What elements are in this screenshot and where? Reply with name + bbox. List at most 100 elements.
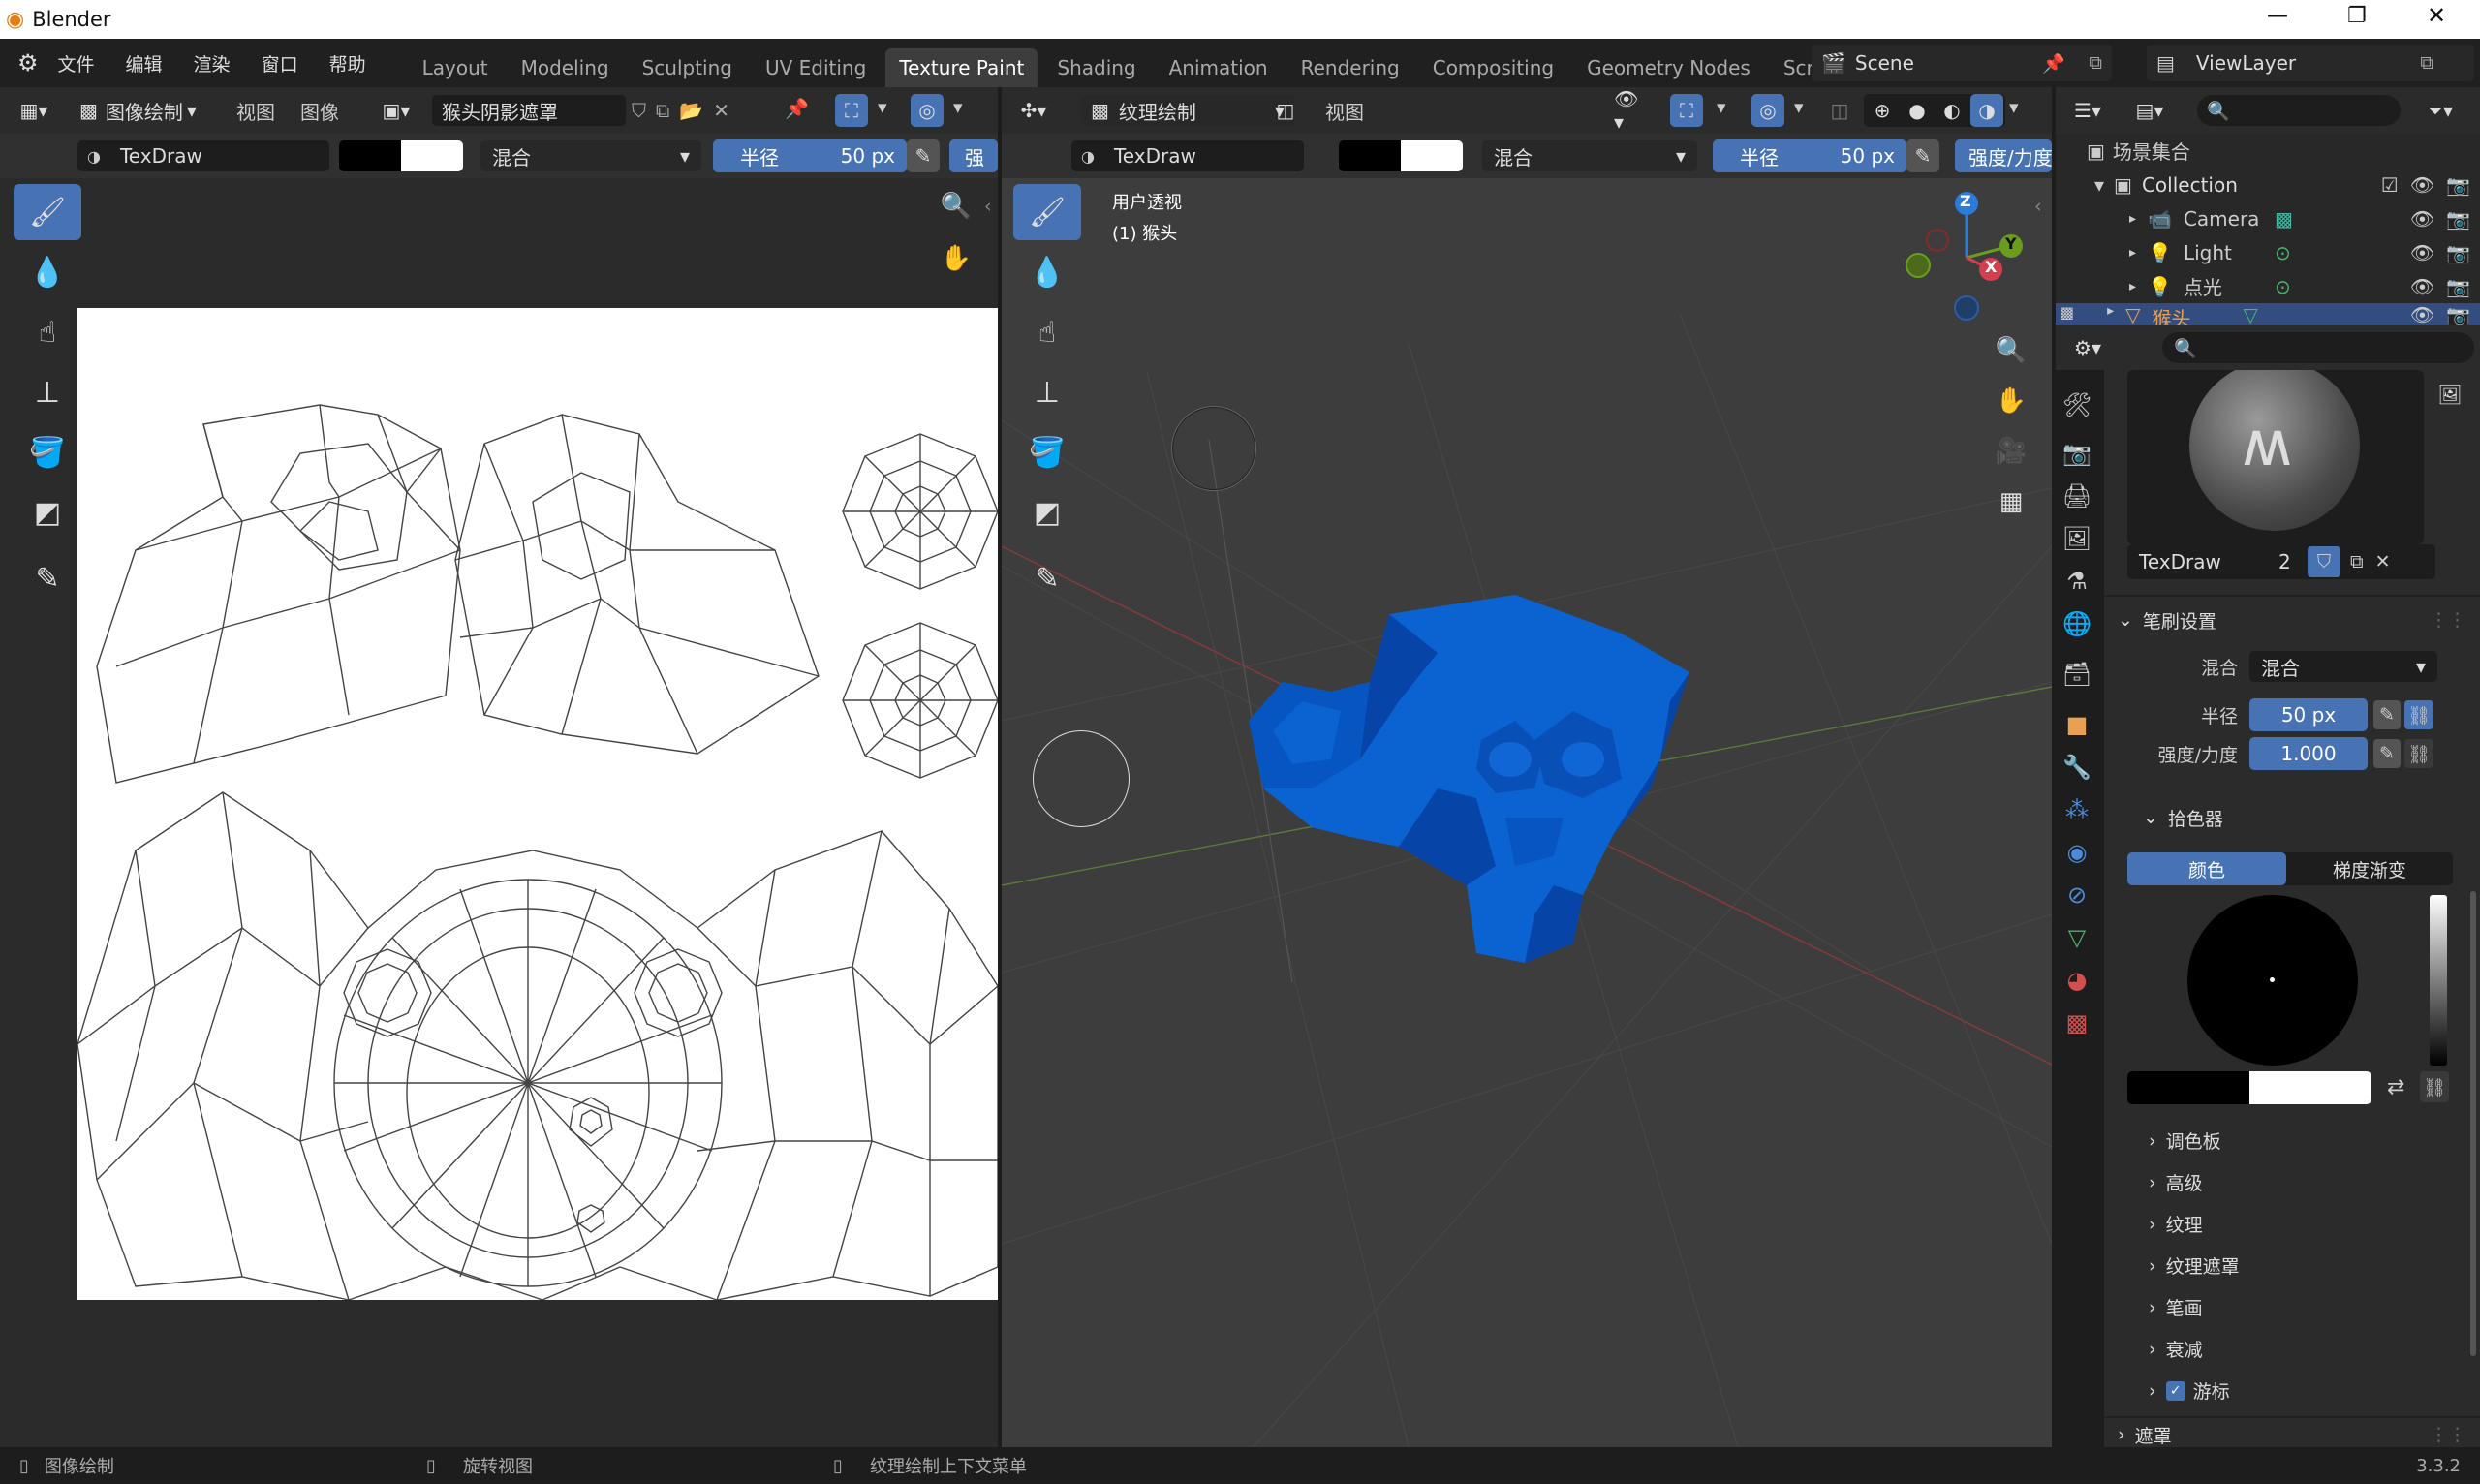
eye-icon[interactable]: 👁 bbox=[2410, 173, 2434, 197]
primary-color-swatch[interactable] bbox=[2127, 1071, 2249, 1104]
image-overlay-icon[interactable]: ◎ bbox=[911, 94, 944, 127]
zoom-icon[interactable]: 🔍 bbox=[1990, 329, 2032, 372]
strength-pressure-icon[interactable]: ✎ bbox=[2373, 739, 2401, 768]
viewport-overlay-dropdown-icon[interactable]: ▾ bbox=[1794, 97, 1804, 118]
blend-select[interactable]: 混合 ▾ bbox=[2249, 651, 2437, 682]
gradient-tab[interactable]: 梯度渐变 bbox=[2286, 852, 2453, 885]
viewport-blend-select[interactable]: 混合 ▾ bbox=[1482, 140, 1697, 171]
fake-user-icon[interactable]: ⛉ bbox=[632, 99, 646, 122]
image-brush-selector[interactable]: ◑ TexDraw bbox=[78, 140, 329, 171]
image-radius-slider[interactable]: 半径 50 px bbox=[713, 139, 907, 172]
viewport-menu-view[interactable]: 视图 bbox=[1325, 97, 1364, 125]
new-scene-icon[interactable]: ⧉ bbox=[2089, 52, 2102, 74]
strength-field[interactable]: 1.000 bbox=[2249, 737, 2368, 770]
image-radius-pressure-icon[interactable]: ✎ bbox=[907, 139, 940, 172]
fill-tool-icon[interactable]: 🪣 bbox=[14, 424, 81, 480]
pin-icon[interactable]: 📌 bbox=[2042, 52, 2065, 75]
minimize-icon[interactable]: — bbox=[2267, 4, 2288, 28]
workspace-tab-sculpting[interactable]: Sculpting bbox=[629, 48, 746, 87]
viewport-radius-pressure-icon[interactable]: ✎ bbox=[1906, 139, 1939, 172]
outliner-collection[interactable]: ▾ ▣ Collection ☑ 👁 📷 bbox=[2056, 168, 2480, 201]
image-name-field[interactable]: 猴头阴影遮罩 bbox=[432, 95, 626, 126]
brush-user-count[interactable]: 2 bbox=[2278, 550, 2308, 573]
include-checkbox[interactable]: ☑ bbox=[2381, 173, 2399, 197]
viewport-brush-selector[interactable]: ◑ TexDraw bbox=[1071, 140, 1304, 171]
open-folder-icon[interactable]: 📂 bbox=[679, 99, 703, 122]
viewport-color-primary[interactable] bbox=[1339, 140, 1401, 171]
outliner-editor-type-icon[interactable]: ☰▾ bbox=[2071, 94, 2104, 127]
workspace-tab-texture-paint[interactable]: Texture Paint bbox=[885, 48, 1038, 87]
outliner-search[interactable]: 🔍 bbox=[2197, 95, 2401, 126]
draw-tool-icon[interactable]: 🖌 bbox=[14, 184, 81, 240]
expand-icon[interactable]: ▾ bbox=[2094, 173, 2104, 197]
advanced-subpanel[interactable]: › 高级 bbox=[2149, 1161, 2459, 1203]
brush-settings-panel-header[interactable]: ⌄ 笔刷设置 ⋮⋮ bbox=[2118, 601, 2466, 639]
annotate-tool-icon[interactable]: ✎ bbox=[14, 550, 81, 606]
material-tab-icon[interactable]: ◕ bbox=[2056, 959, 2098, 1002]
smear-tool-icon[interactable]: ☝ bbox=[1013, 304, 1081, 360]
outliner-item-pointlight[interactable]: ▸ 💡 点光 ⊙ 👁 📷 bbox=[2056, 269, 2480, 303]
fill-tool-icon[interactable]: 🪣 bbox=[1013, 424, 1081, 480]
smear-tool-icon[interactable]: ☝ bbox=[14, 304, 81, 360]
radius-pressure-icon[interactable]: ✎ bbox=[2373, 700, 2401, 729]
clone-tool-icon[interactable]: ⊥ bbox=[14, 364, 81, 420]
overlay-dropdown-icon[interactable]: ▾ bbox=[953, 97, 963, 118]
camera-render-icon[interactable]: 📷 bbox=[2446, 241, 2470, 264]
eye-icon[interactable]: 👁 bbox=[2410, 275, 2434, 298]
texture-mask-subpanel[interactable]: › 纹理遮罩 bbox=[2149, 1245, 2459, 1286]
mask-tool-icon[interactable]: ◩ bbox=[1013, 484, 1081, 541]
swap-colors-icon[interactable]: ⇄ bbox=[2387, 1075, 2404, 1099]
color-unified-icon[interactable]: ⛓ bbox=[2420, 1071, 2449, 1102]
solid-shading-icon[interactable]: ● bbox=[1901, 94, 1934, 127]
secondary-color-swatch[interactable] bbox=[2249, 1071, 2372, 1104]
palette-subpanel[interactable]: › 调色板 bbox=[2149, 1120, 2459, 1161]
duplicate-brush-icon[interactable]: ⧉ bbox=[2350, 551, 2364, 572]
image-browse-icon[interactable]: ▣▾ bbox=[380, 94, 413, 127]
radius-unified-icon[interactable]: ⛓ bbox=[2404, 700, 2434, 729]
filter-icon[interactable]: ⏷▾ bbox=[2424, 94, 2457, 127]
pan-icon[interactable]: ✋ bbox=[1990, 380, 2032, 422]
duplicate-icon[interactable]: ⧉ bbox=[656, 99, 669, 122]
camera-view-icon[interactable]: 🎥 bbox=[1990, 430, 2032, 473]
tool-tab-icon[interactable]: 🛠 bbox=[2056, 384, 2098, 426]
workspace-tab-geometry-nodes[interactable]: Geometry Nodes bbox=[1573, 48, 1764, 87]
outliner-item-light[interactable]: ▸ 💡 Light ⊙ 👁 📷 bbox=[2056, 235, 2480, 269]
expand-icon[interactable]: ▸ bbox=[2129, 245, 2136, 261]
workspace-tab-modeling[interactable]: Modeling bbox=[508, 48, 623, 87]
color-picker-panel-header[interactable]: ⌄ 拾色器 bbox=[2143, 798, 2223, 837]
viewport-mode-select[interactable]: ▩ 纹理绘制 ▾ bbox=[1081, 95, 1294, 126]
camera-render-icon[interactable]: 📷 bbox=[2446, 303, 2470, 325]
expand-icon[interactable]: ▸ bbox=[2107, 303, 2114, 319]
image-menu-view[interactable]: 视图 bbox=[236, 97, 275, 125]
render-tab-icon[interactable]: 📷 bbox=[2056, 432, 2098, 475]
properties-editor-type-icon[interactable]: ⚙▾ bbox=[2071, 331, 2104, 364]
viewport-editor-type-icon[interactable]: ✣▾ bbox=[1017, 94, 1050, 127]
viewport-3d-area[interactable] bbox=[1002, 178, 2052, 1447]
value-slider[interactable] bbox=[2430, 895, 2447, 1066]
viewport-strength-slider[interactable]: 强度/力度 bbox=[1955, 139, 2052, 172]
blender-menu-icon[interactable]: ⚙ bbox=[17, 49, 39, 77]
shading-dropdown-icon[interactable]: ▾ bbox=[2009, 97, 2019, 118]
expand-icon[interactable]: ▸ bbox=[2129, 279, 2136, 294]
restore-icon[interactable]: ❐ bbox=[2347, 4, 2367, 28]
falloff-subpanel[interactable]: › 衰减 bbox=[2149, 1328, 2459, 1370]
material-shading-icon[interactable]: ◐ bbox=[1936, 94, 1968, 127]
brush-datablock-name[interactable]: TexDraw bbox=[2139, 550, 2263, 573]
object-tab-icon[interactable]: ■ bbox=[2056, 703, 2098, 746]
menu-window[interactable]: 窗口 bbox=[262, 50, 298, 77]
workspace-tab-uv-editing[interactable]: UV Editing bbox=[752, 48, 880, 87]
outliner-root[interactable]: ▣ 场景集合 bbox=[2056, 134, 2480, 168]
physics-tab-icon[interactable]: ◉ bbox=[2056, 831, 2098, 874]
display-mode-icon[interactable]: ▤▾ bbox=[2133, 94, 2166, 127]
unlink-icon[interactable]: ✕ bbox=[713, 99, 729, 122]
cursor-subpanel[interactable]: › ✓ 游标 bbox=[2149, 1370, 2459, 1411]
workspace-tab-compositing[interactable]: Compositing bbox=[1419, 48, 1567, 87]
viewport-color-secondary[interactable] bbox=[1401, 140, 1463, 171]
stroke-subpanel[interactable]: › 笔画 bbox=[2149, 1286, 2459, 1328]
viewport-overlay-icon[interactable]: ◎ bbox=[1752, 94, 1784, 127]
editor-type-icon[interactable]: ▦▾ bbox=[17, 94, 50, 127]
close-icon[interactable]: ✕ bbox=[2427, 2, 2446, 29]
clone-tool-icon[interactable]: ⊥ bbox=[1013, 364, 1081, 420]
camera-render-icon[interactable]: 📷 bbox=[2446, 275, 2470, 298]
image-zoom-icon[interactable]: 🔍 bbox=[940, 190, 973, 223]
